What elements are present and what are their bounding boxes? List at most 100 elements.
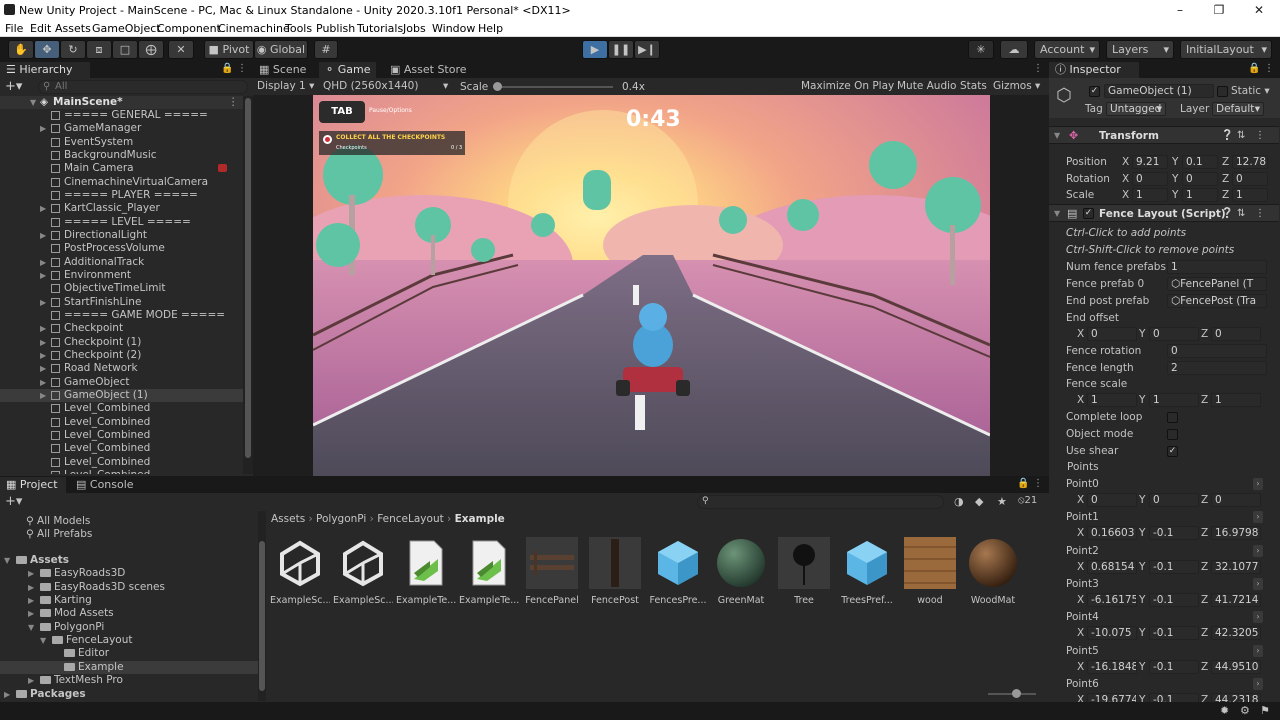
thumbnail-size-slider[interactable] (988, 689, 1036, 698)
pivot-toggle[interactable]: ■ Pivot (204, 40, 254, 59)
point-y-field[interactable]: -0.1 (1149, 559, 1199, 574)
transform-header[interactable]: ▼ ✥ Transform ❔ ⇅ ⋮ (1049, 126, 1279, 144)
breadcrumb-example[interactable]: Example (455, 513, 505, 525)
axis-z-label[interactable]: Z (1201, 560, 1208, 574)
hierarchy-item[interactable]: Level_Combined (0, 442, 243, 455)
project-folder[interactable]: Editor (0, 647, 258, 660)
expand-arrow-icon[interactable]: ▼ (1054, 131, 1060, 140)
tab-project[interactable]: ▦ Project (0, 477, 66, 493)
rect-tool-icon[interactable]: □ (112, 40, 138, 59)
hierarchy-item[interactable]: EventSystem (0, 136, 243, 149)
menu-assets[interactable]: Assets (55, 22, 91, 35)
point-z-field[interactable]: 32.1077 (1211, 559, 1261, 574)
axis-x-label[interactable]: X (1077, 660, 1084, 674)
menu-window[interactable]: Window (432, 22, 475, 35)
favorites-star-icon[interactable]: ★ (997, 495, 1007, 508)
asset-item[interactable]: FencesPre... (648, 537, 708, 606)
axis-x-label[interactable]: X (1077, 493, 1084, 507)
hierarchy-scrollbar[interactable] (243, 96, 253, 474)
project-folder[interactable]: ▶ Packages (0, 688, 258, 701)
point-x-field[interactable]: 0 (1087, 493, 1137, 507)
tab-game[interactable]: ⚬ Game (319, 62, 377, 78)
maximize-icon[interactable]: ❐ (1211, 2, 1227, 18)
num-fence-prefabs-field[interactable]: 1 (1167, 260, 1267, 274)
hierarchy-item[interactable]: ▶ Environment (0, 269, 243, 282)
hierarchy-item[interactable]: ▶ GameObject (0, 376, 243, 389)
layer-dropdown[interactable]: Default ▾ (1212, 102, 1264, 116)
fence-scale-y-field[interactable]: 1 (1149, 393, 1199, 407)
transform-rotation-y-field[interactable]: 0 (1182, 172, 1218, 186)
end-post-prefab-field[interactable]: ⬡FencePost (Tra (1167, 294, 1267, 308)
lock-icon[interactable]: 🔒 (221, 63, 233, 74)
kebab-menu-icon[interactable]: ⋮ (1264, 63, 1274, 74)
axis-y-label[interactable]: Y (1172, 172, 1178, 186)
fence-rotation-field[interactable]: 0 (1167, 344, 1267, 358)
cloud-icon[interactable]: ☁ (1000, 40, 1028, 59)
axis-x-label[interactable]: X (1077, 526, 1084, 540)
complete-loop-checkbox[interactable] (1167, 412, 1178, 423)
expand-arrow-icon[interactable]: ▼ (30, 96, 36, 109)
axis-x-label[interactable]: X (1077, 560, 1084, 574)
expand-arrow-icon[interactable]: ▶ (40, 349, 46, 362)
project-search-input[interactable]: ⚲ (697, 495, 944, 509)
lock-icon[interactable]: 🔒 (1017, 478, 1029, 489)
expand-arrow-icon[interactable]: ▶ (40, 322, 46, 335)
project-folder[interactable]: ▶ Mod Assets (0, 607, 258, 620)
menu-publish[interactable]: Publish (316, 22, 355, 35)
axis-x-label[interactable]: X (1122, 188, 1129, 202)
expand-arrow-icon[interactable]: ▶ (4, 688, 10, 701)
hidden-packages-icon[interactable]: ⦸21 (1018, 495, 1037, 506)
help-icon[interactable]: ❔ (1221, 208, 1233, 219)
rotate-tool-icon[interactable]: ↻ (60, 40, 86, 59)
hierarchy-item[interactable]: ===== LEVEL ===== (0, 216, 243, 229)
transform-position-y-field[interactable]: 0.1 (1182, 155, 1218, 169)
axis-z-label[interactable]: Z (1201, 626, 1208, 640)
hierarchy-item[interactable]: ▶ Checkpoint (2) (0, 349, 243, 362)
expand-arrow-icon[interactable]: ▶ (28, 607, 34, 620)
hierarchy-item[interactable]: ===== GENERAL ===== (0, 109, 243, 122)
end-offset-x-field[interactable]: 0 (1087, 327, 1137, 341)
hierarchy-item[interactable]: ▶ Checkpoint (1) (0, 336, 243, 349)
menu-cinemachine[interactable]: Cinemachine (218, 22, 290, 35)
project-folder[interactable]: ▼ FenceLayout (0, 634, 258, 647)
point-y-field[interactable]: -0.1 (1149, 626, 1199, 641)
favorite-item[interactable]: ⚲ All Prefabs (26, 528, 92, 541)
breadcrumb-polygonpi[interactable]: PolygonPi (316, 513, 366, 525)
add-icon[interactable]: +▾ (5, 79, 22, 94)
axis-z-label[interactable]: Z (1201, 526, 1208, 540)
object-name-field[interactable]: GameObject (1) (1104, 84, 1214, 98)
filter-by-type-icon[interactable]: ◑ (954, 495, 964, 508)
menu-jobs[interactable]: Jobs (403, 22, 426, 35)
hierarchy-item[interactable]: Level_Combined (0, 416, 243, 429)
project-folder[interactable]: ▼ PolygonPi (0, 621, 258, 634)
asset-item[interactable]: ExampleSc... (333, 537, 393, 606)
breadcrumb-fencelayout[interactable]: FenceLayout (377, 513, 444, 525)
point-y-field[interactable]: -0.1 (1149, 592, 1199, 607)
grid-snap-icon[interactable]: # (314, 40, 338, 59)
hierarchy-search-input[interactable]: ⚲ All (38, 80, 248, 94)
expand-arrow-icon[interactable]: ▶ (40, 229, 46, 242)
point-x-field[interactable]: -6.16175 (1087, 592, 1137, 607)
chevron-down-icon[interactable]: ▾ (1264, 85, 1269, 97)
expand-arrow-icon[interactable]: ▶ (28, 674, 34, 687)
expand-arrow-icon[interactable]: ▶ (40, 122, 46, 135)
hierarchy-item[interactable]: BackgroundMusic (0, 149, 243, 162)
expand-arrow-icon[interactable]: ▼ (4, 554, 10, 567)
axis-z-label[interactable]: Z (1222, 155, 1229, 169)
axis-z-label[interactable]: Z (1201, 660, 1208, 674)
axis-z-label[interactable]: Z (1201, 393, 1208, 407)
asset-item[interactable]: ExampleTe... (396, 537, 456, 606)
chevron-right-icon[interactable]: › (1253, 677, 1263, 690)
kebab-menu-icon[interactable]: ⋮ (1033, 478, 1043, 489)
expand-arrow-icon[interactable]: ▼ (28, 621, 34, 634)
expand-arrow-icon[interactable]: ▶ (28, 567, 34, 580)
transform-position-z-field[interactable]: 12.78 (1232, 155, 1268, 169)
gizmos-button[interactable]: Gizmos ▾ (993, 80, 1040, 92)
hierarchy-item[interactable]: ▶ GameManager (0, 122, 243, 135)
transform-position-x-field[interactable]: 9.21 (1132, 155, 1168, 169)
tab-hierarchy[interactable]: ☰ Hierarchy (0, 62, 90, 78)
point-x-field[interactable]: 0.16603 (1087, 526, 1137, 541)
favorite-item[interactable]: ⚲ All Models (26, 515, 90, 528)
layout-dropdown[interactable]: InitialLayout ▾ (1180, 40, 1272, 59)
fence-prefab-0-field[interactable]: ⬡FencePanel (T (1167, 277, 1267, 291)
